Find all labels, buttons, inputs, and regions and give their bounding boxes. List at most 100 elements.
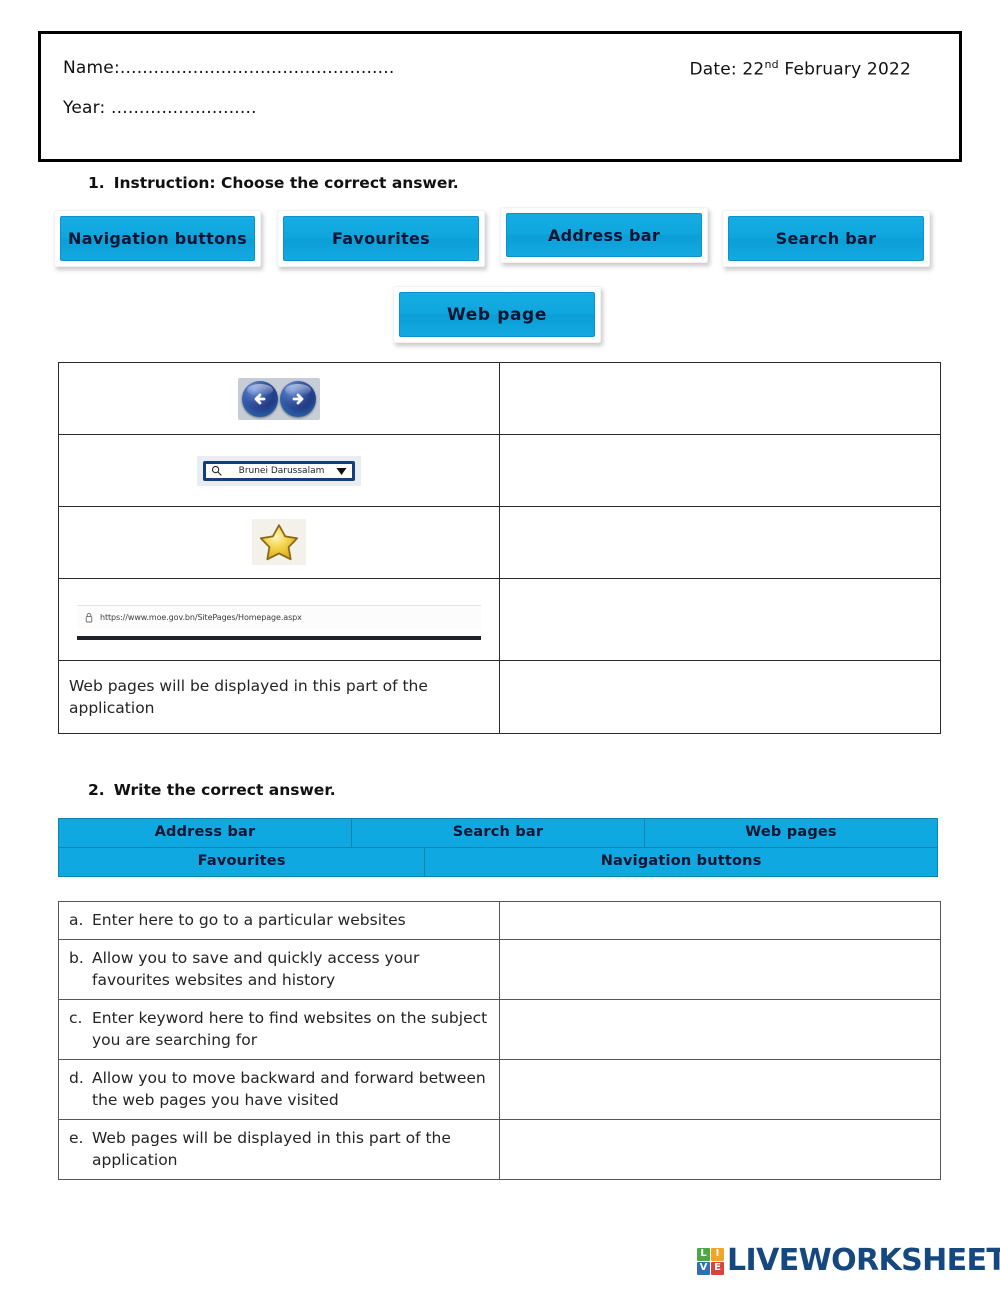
back-arrow-icon (242, 380, 278, 417)
option-label: Search bar (775, 229, 877, 248)
web-page-description-cell: Web pages will be displayed in this part… (58, 660, 500, 734)
logo-tile-l: L (697, 1247, 710, 1261)
option-label: Address bar (547, 225, 661, 245)
chevron-down-icon (336, 461, 347, 480)
logo-tile-v: V (697, 1261, 710, 1275)
option-label: Favourites (332, 229, 430, 248)
item-marker: b. (69, 949, 84, 967)
item-marker: e. (69, 1129, 84, 1147)
option-button-face: Address bar (506, 213, 702, 257)
section-1-number: 1. (88, 174, 105, 192)
answer-blank-cell[interactable] (499, 999, 941, 1060)
search-box-inner: Brunei Darussalam (203, 460, 355, 481)
section-2-number: 2. (88, 781, 105, 799)
logo-tile-i: I (711, 1247, 724, 1261)
answer-blank-cell[interactable] (499, 939, 941, 1000)
word-bank-table: Address bar Search bar Web pages Favouri… (57, 818, 938, 877)
nav-arrows-graphic (59, 374, 499, 424)
word-bank-item-navigation-buttons[interactable]: Navigation buttons (424, 847, 938, 877)
match-images-table: Brunei Darussalam https://www.moe.gov.bn… (58, 362, 941, 734)
option-button-face: Search bar (728, 216, 924, 261)
favourites-image-cell (58, 506, 500, 579)
navigation-buttons-image-cell (58, 362, 500, 435)
logo-wordmark: LIVEWORKSHEETS (727, 1243, 1000, 1278)
table-row: Web pages will be displayed in this part… (58, 660, 941, 734)
word-bank-row-1: Address bar Search bar Web pages (58, 818, 938, 848)
search-query-text: Brunei Darussalam (238, 465, 325, 476)
answer-blank-cell[interactable] (499, 660, 941, 734)
star-icon (252, 519, 306, 565)
item-text: Allow you to move backward and forward b… (92, 1069, 486, 1109)
answer-blank-cell[interactable] (499, 1059, 941, 1120)
word-bank-item-search-bar[interactable]: Search bar (351, 818, 645, 848)
answer-blank-cell[interactable] (499, 578, 941, 661)
table-row (58, 506, 941, 579)
word-bank-row-2: Favourites Navigation buttons (57, 847, 938, 877)
nav-arrows-group (238, 377, 320, 420)
student-info-box: Name:...................................… (38, 31, 962, 162)
item-marker: d. (69, 1069, 84, 1087)
table-row (58, 362, 941, 435)
description-cell-c: c. Enter keyword here to find websites o… (58, 999, 500, 1060)
table-row: c. Enter keyword here to find websites o… (58, 999, 941, 1060)
item-text: Enter here to go to a particular website… (92, 911, 406, 929)
search-box-frame: Brunei Darussalam (197, 455, 361, 486)
section-1-instruction: 1. Instruction: Choose the correct answer… (88, 174, 459, 192)
header-row-name-date: Name:...................................… (63, 58, 937, 80)
option-button-web-page[interactable]: Web page (393, 286, 601, 343)
table-row: Brunei Darussalam (58, 434, 941, 507)
answer-blank-cell[interactable] (499, 434, 941, 507)
url-field: https://www.moe.gov.bn/SitePages/Homepag… (77, 605, 481, 629)
description-cell-e: e. Web pages will be displayed in this p… (58, 1119, 500, 1180)
description-cell-d: d. Allow you to move backward and forwar… (58, 1059, 500, 1120)
url-text: https://www.moe.gov.bn/SitePages/Homepag… (100, 613, 302, 622)
header-row-year: Year: .......................... (63, 98, 937, 118)
search-icon (211, 461, 222, 480)
name-field-label: Name:...................................… (63, 58, 395, 78)
section-2-instruction-text: Write the correct answer. (113, 781, 336, 799)
logo-tiles: L I V E (697, 1247, 724, 1275)
option-label: Navigation buttons (68, 229, 247, 248)
answer-blank-cell[interactable] (499, 901, 941, 940)
answer-blank-cell[interactable] (499, 362, 941, 435)
section-1-instruction-text: Instruction: Choose the correct answer. (113, 174, 459, 192)
web-page-description-text: Web pages will be displayed in this part… (69, 676, 428, 717)
description-cell-a: a. Enter here to go to a particular webs… (58, 901, 500, 940)
option-button-face: Favourites (283, 216, 479, 261)
section-2-instruction: 2. Write the correct answer. (88, 781, 336, 799)
lock-icon (85, 608, 93, 627)
year-field-label: Year: .......................... (63, 98, 257, 118)
option-button-face: Web page (399, 292, 595, 337)
answer-blank-cell[interactable] (499, 506, 941, 579)
item-text: Allow you to save and quickly access you… (92, 949, 420, 989)
date-label: Date: 22nd February 2022 (689, 58, 911, 80)
table-row: d. Allow you to move backward and forwar… (58, 1059, 941, 1120)
table-row: b. Allow you to save and quickly access … (58, 939, 941, 1000)
option-button-favourites[interactable]: Favourites (277, 210, 485, 267)
logo-tile-e: E (711, 1261, 724, 1275)
table-row: a. Enter here to go to a particular webs… (58, 901, 941, 940)
item-marker: c. (69, 1009, 83, 1027)
search-bar-image-cell: Brunei Darussalam (58, 434, 500, 507)
search-box-graphic: Brunei Darussalam (59, 452, 499, 490)
table-row: e. Web pages will be displayed in this p… (58, 1119, 941, 1180)
url-underline (77, 636, 481, 640)
descriptions-answer-table: a. Enter here to go to a particular webs… (58, 901, 941, 1180)
answer-blank-cell[interactable] (499, 1119, 941, 1180)
star-graphic (59, 515, 499, 570)
liveworksheets-logo: L I V E LIVEWORKSHEETS (697, 1246, 1000, 1276)
item-text: Web pages will be displayed in this part… (92, 1129, 451, 1169)
item-text: Enter keyword here to find websites on t… (92, 1009, 488, 1049)
word-bank-item-favourites[interactable]: Favourites (57, 847, 426, 877)
word-bank-item-address-bar[interactable]: Address bar (58, 818, 352, 848)
option-button-face: Navigation buttons (60, 216, 255, 261)
item-marker: a. (69, 911, 84, 929)
forward-arrow-icon (280, 380, 316, 417)
address-bar-image-cell: https://www.moe.gov.bn/SitePages/Homepag… (58, 578, 500, 661)
option-button-address-bar[interactable]: Address bar (500, 207, 708, 263)
option-button-search-bar[interactable]: Search bar (722, 210, 930, 267)
option-button-navigation-buttons[interactable]: Navigation buttons (54, 210, 261, 267)
table-row: https://www.moe.gov.bn/SitePages/Homepag… (58, 578, 941, 661)
description-cell-b: b. Allow you to save and quickly access … (58, 939, 500, 1000)
word-bank-item-web-pages[interactable]: Web pages (644, 818, 938, 848)
